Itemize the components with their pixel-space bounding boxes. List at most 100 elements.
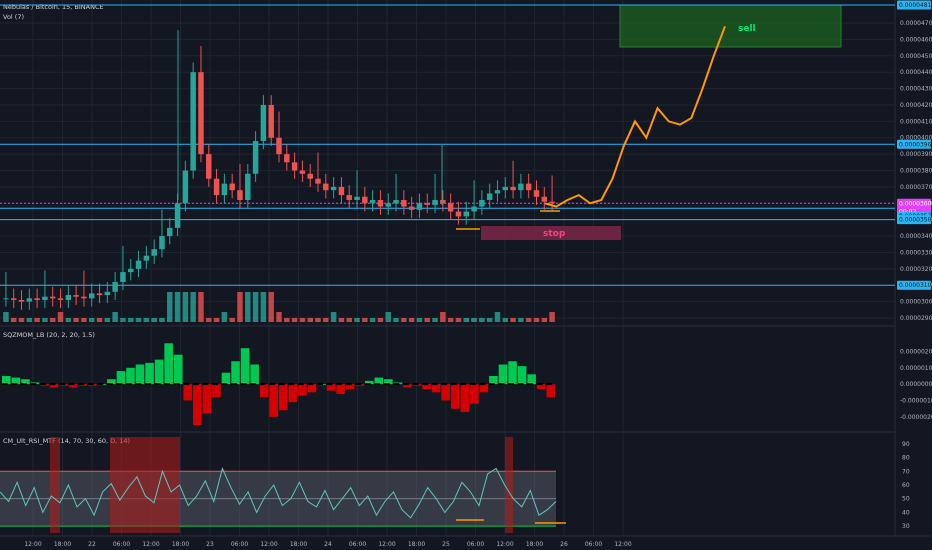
rsi-overbought-stripe [110,437,180,533]
candle-body [416,203,423,210]
price-tag-label: 0.0000310 [899,282,932,289]
candle-body [237,190,243,201]
volume-bar [159,318,165,322]
time-tick-label: 18:00 [54,541,71,548]
volume-bar [221,312,228,322]
momentum-bar [336,384,345,394]
momentum-zero-dot [384,383,390,386]
volume-bar [338,318,345,322]
time-tick-label: 26 [560,541,568,548]
rsi-tick-label: 30 [902,523,910,530]
momentum-zero-dot [345,383,352,386]
time-tick-label: 18:00 [408,541,425,548]
momentum-zero-dot [135,383,142,386]
volume-bar [346,318,352,322]
momentum-zero-dot [336,383,343,386]
momentum-zero-dot [87,383,94,386]
volume-bar [549,312,555,322]
momentum-zero-dot [307,383,314,386]
candle-body [252,141,259,174]
candle-body [393,200,399,204]
momentum-bar [116,371,126,385]
candle-body [128,268,134,273]
candle-body [424,203,430,205]
momentum-zero-dot [164,383,171,386]
candle-body [284,154,290,163]
momentum-bar [193,384,202,425]
momentum-zero-dot [59,383,66,386]
volume-bar [3,312,9,322]
momentum-zero-dot [422,383,429,386]
candle-body [276,137,282,155]
candle-body [518,183,524,191]
candle-body [533,190,540,197]
price-tick-label: 0.0000380 [900,168,932,175]
stop-label: stop [543,229,566,239]
momentum-bar [489,375,498,385]
volume-bar [432,318,438,322]
volume-bar [26,318,33,322]
volume-bar [151,318,157,322]
candle-body [18,299,25,302]
volume-bar [502,318,509,322]
volume-bar [18,318,25,322]
momentum-zero-dot [460,383,467,386]
candle-body [502,186,509,191]
momentum-zero-dot [412,383,419,386]
momentum-zero-dot [364,383,371,386]
momentum-bar [173,354,183,385]
momentum-zero-dot [49,383,56,386]
momentum-zero-dot [317,383,323,386]
chart-canvas[interactable]: Nebulas / Bitcoin, 15, BINANCE Vol (7) S… [0,0,932,550]
time-tick-label: 06:00 [113,541,130,548]
momentum-zero-dot [97,383,104,386]
volume-bar [486,318,493,322]
momentum-zero-dot [11,383,18,386]
rsi-overbought-stripe [505,437,513,533]
volume-bar [65,318,72,322]
volume-bar [307,318,313,322]
candle-body [112,281,118,292]
volume-bar [252,292,259,322]
volume-bar [369,318,376,322]
candle-body [229,183,235,191]
volume-bar [541,318,548,322]
volume-bar [89,318,95,322]
candle-body [291,162,298,171]
momentum-tick-label: -0.0000020 [900,414,932,421]
time-tick-label: 24 [324,541,332,548]
candle-body [245,173,251,201]
candle-body [213,178,220,196]
momentum-zero-dot [126,383,132,386]
momentum-zero-dot [259,383,266,386]
volume-bar [362,318,368,322]
volume-bar [416,318,423,322]
volume-bar [174,292,181,322]
volume-bar [190,292,196,322]
volume-bar [260,292,267,322]
rsi-tick-label: 80 [902,455,910,462]
momentum-zero-dot [107,383,113,386]
momentum-zero-dot [250,383,257,386]
momentum-zero-dot [441,383,448,386]
volume-bar [354,318,360,322]
volume-bar [49,318,56,322]
volume-bar [268,292,274,322]
momentum-zero-dot [393,383,400,386]
volume-label: Vol (7) [3,13,24,21]
candle-body [455,211,462,217]
momentum-bar [479,384,489,393]
candle-body [307,173,313,179]
time-axis: 12:00 18:00 22 06:00 12:00 18:00 23 06:00 12:00 1… [24,541,631,548]
volume-bar [447,318,454,322]
candle-body [3,298,9,300]
candle-body [104,291,111,296]
rsi-tick-label: 90 [902,441,910,448]
momentum-zero-dot [546,383,553,386]
momentum-bar [470,384,479,404]
price-tag-label: 0.0000350 [899,217,932,224]
volume-bar [229,318,235,322]
momentum-bar [307,384,317,393]
candle-body [65,295,72,300]
volume-bar [42,318,48,322]
